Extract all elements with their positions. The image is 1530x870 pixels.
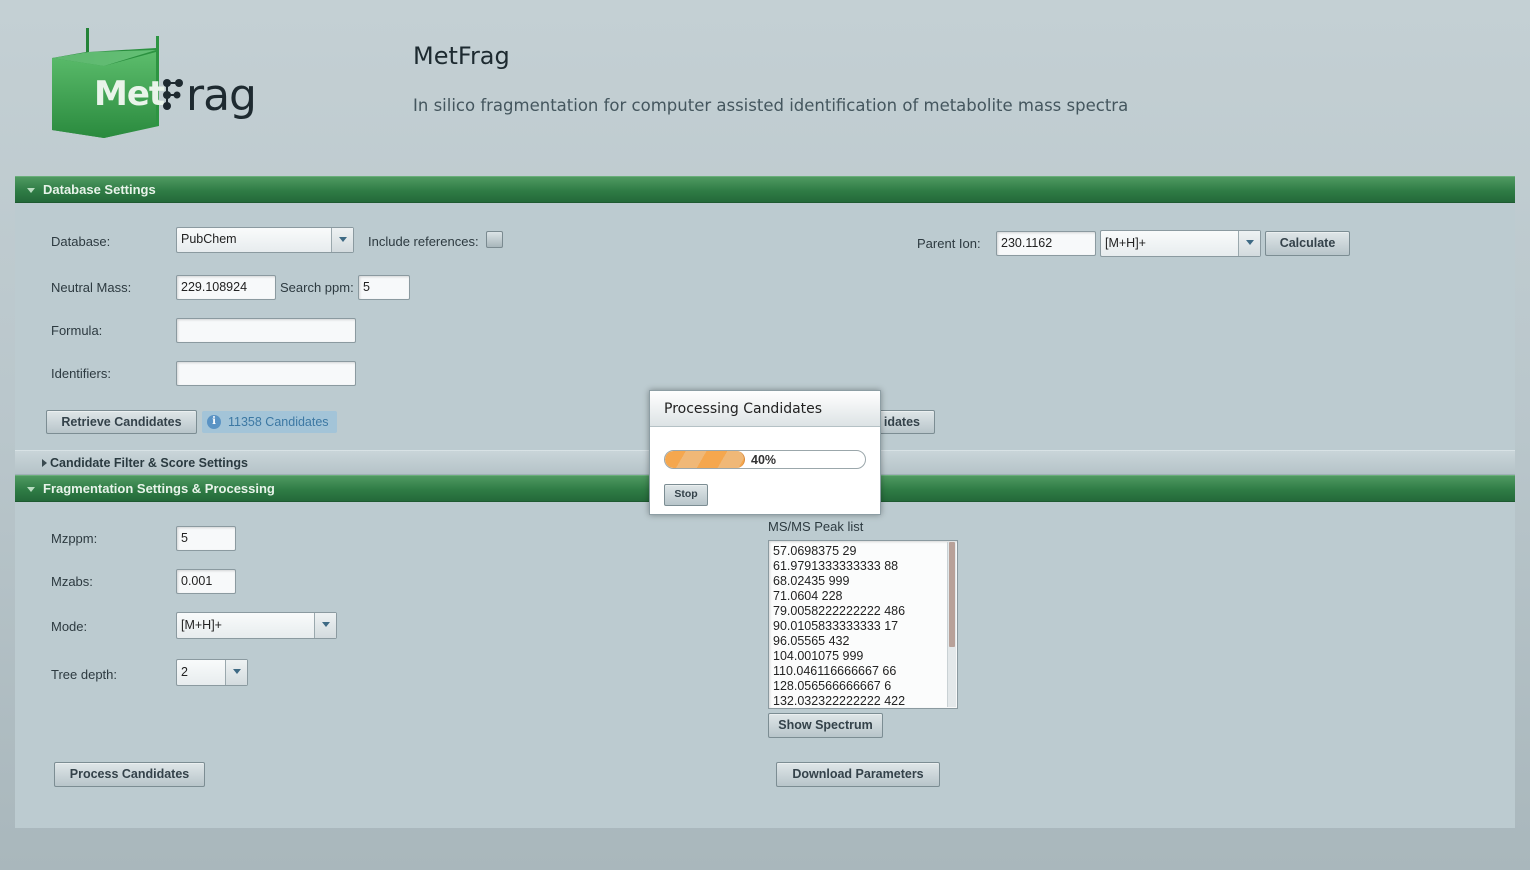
chevron-down-icon [1238, 231, 1260, 256]
search-ppm-input[interactable]: 5 [358, 275, 410, 300]
peak-list-line: 68.02435 999 [773, 574, 850, 588]
process-candidates-button[interactable]: Process Candidates [54, 762, 205, 787]
metfrag-logo: Met rag [48, 22, 278, 142]
stop-button[interactable]: Stop [664, 484, 708, 506]
peak-list-line: 57.0698375 29 [773, 544, 857, 558]
mode-select-value: [M+H]+ [181, 618, 222, 632]
formula-label: Formula: [51, 323, 103, 338]
progress-bar: 40% [664, 450, 866, 469]
database-select[interactable]: PubChem [176, 227, 354, 253]
peak-list-line: 90.0105833333333 17 [773, 619, 899, 633]
logo-molecule-icon [161, 78, 185, 110]
peak-list-textarea[interactable]: 57.0698375 29 61.9791333333333 88 68.02435… [768, 540, 958, 709]
expand-triangle-icon [42, 459, 47, 467]
peak-list-line: 79.0058222222222 486 [773, 604, 906, 618]
identifiers-label: Identifiers: [51, 366, 111, 381]
candidates-count-text: 11358 Candidates [228, 415, 329, 429]
parent-adduct-value: [M+H]+ [1105, 236, 1146, 250]
peak-list-label: MS/MS Peak list [768, 519, 864, 534]
chevron-down-icon [331, 228, 353, 252]
peak-list-line: 132.032322222222 422 [773, 694, 906, 708]
fragmentation-settings-title: Fragmentation Settings & Processing [43, 481, 275, 496]
parent-ion-input[interactable]: 230.1162 [996, 231, 1096, 256]
formula-input[interactable] [176, 318, 356, 343]
peak-list-line: 61.9791333333333 88 [773, 559, 899, 573]
neutral-mass-label: Neutral Mass: [51, 280, 132, 295]
include-references-label: Include references: [368, 234, 479, 249]
database-select-value: PubChem [181, 232, 237, 246]
include-references-checkbox[interactable] [486, 231, 503, 248]
peak-list-line: 96.05565 432 [773, 634, 850, 648]
info-icon: i [207, 415, 221, 429]
scrollbar-thumb[interactable] [949, 542, 955, 647]
parent-adduct-select[interactable]: [M+H]+ [1100, 230, 1261, 257]
collapse-triangle-icon [27, 188, 35, 193]
identifiers-input[interactable] [176, 361, 356, 386]
processing-dialog: Processing Candidates 40% Stop [649, 390, 881, 515]
retrieve-candidates-button[interactable]: Retrieve Candidates [46, 410, 197, 434]
download-parameters-button[interactable]: Download Parameters [776, 762, 940, 787]
app-subtitle: In silico fragmentation for computer ass… [413, 96, 1129, 115]
collapse-triangle-icon [27, 487, 35, 492]
mzabs-input[interactable]: 0.001 [176, 569, 236, 594]
calculate-button[interactable]: Calculate [1265, 231, 1350, 256]
tree-depth-value: 2 [181, 665, 188, 679]
candidate-filter-title: Candidate Filter & Score Settings [50, 456, 248, 470]
show-spectrum-button[interactable]: Show Spectrum [768, 713, 883, 738]
mzabs-label: Mzabs: [51, 574, 93, 589]
mzppm-input[interactable]: 5 [176, 526, 236, 551]
chevron-down-icon [225, 660, 247, 685]
logo-rag-text: rag [186, 70, 257, 121]
progress-bar-fill [665, 451, 745, 468]
peak-list-line: 128.056566666667 6 [773, 679, 892, 693]
search-ppm-label: Search ppm: [280, 280, 354, 295]
parent-ion-label: Parent Ion: [917, 236, 981, 251]
mzppm-label: Mzppm: [51, 531, 98, 546]
peak-list-line: 110.046116666667 66 [773, 664, 897, 678]
tree-depth-select[interactable]: 2 [176, 659, 248, 686]
neutral-mass-input[interactable]: 229.108924 [176, 275, 276, 300]
dialog-title: Processing Candidates [650, 391, 880, 427]
peak-list-scrollbar[interactable] [947, 542, 956, 707]
logo-met-text: Met [94, 74, 165, 114]
database-label: Database: [51, 234, 111, 249]
peak-list-line: 71.0604 228 [773, 589, 843, 603]
mode-label: Mode: [51, 619, 88, 634]
peak-list-line: 104.001075 999 [773, 649, 864, 663]
peak-list-content: 57.0698375 29 61.9791333333333 88 68.02435… [773, 544, 953, 708]
chevron-down-icon [314, 613, 336, 638]
database-settings-header[interactable]: Database Settings [15, 176, 1515, 203]
candidates-count-badge: i 11358 Candidates [202, 411, 337, 433]
tree-depth-label: Tree depth: [51, 667, 118, 682]
progress-percent-text: 40% [751, 453, 777, 467]
mode-select[interactable]: [M+H]+ [176, 612, 337, 639]
database-settings-title: Database Settings [43, 182, 156, 197]
app-title: MetFrag [413, 42, 510, 70]
